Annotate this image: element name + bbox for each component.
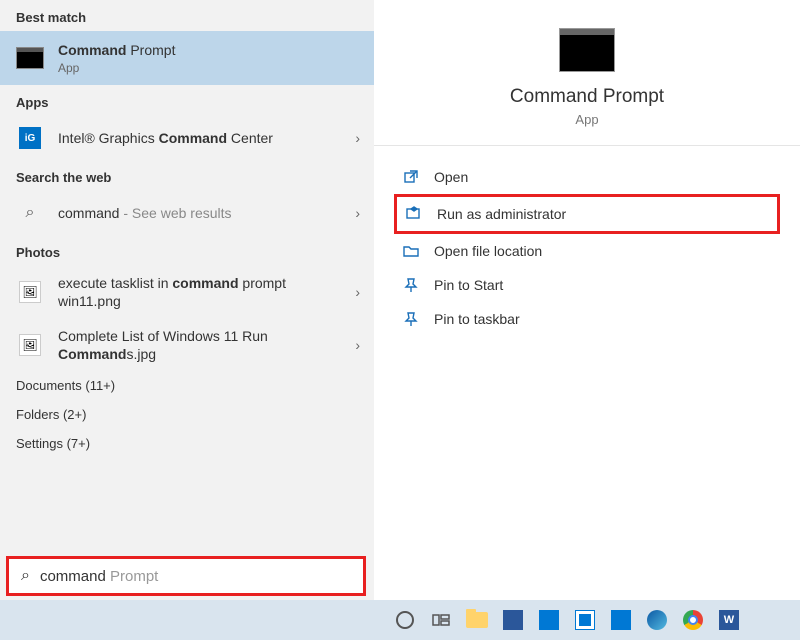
result-photo-1[interactable]: 🖼 execute tasklist in command prompt win… [0, 266, 374, 318]
search-icon: ⌕ [16, 199, 44, 227]
chevron-right-icon: › [355, 205, 360, 221]
image-icon: 🖼 [16, 331, 44, 359]
image-icon: 🖼 [16, 278, 44, 306]
cortana-icon[interactable] [390, 605, 420, 635]
result-command-prompt[interactable]: Command Prompt App [0, 31, 374, 85]
action-run-as-admin[interactable]: Run as administrator [394, 194, 780, 234]
taskbar: W [0, 600, 800, 640]
file-explorer-icon[interactable] [462, 605, 492, 635]
action-open[interactable]: Open [394, 160, 780, 194]
category-documents[interactable]: Documents (11+) [0, 371, 374, 400]
action-open-file-location[interactable]: Open file location [394, 234, 780, 268]
result-intel-graphics[interactable]: iG Intel® Graphics Command Center › [0, 116, 374, 160]
app-type: App [394, 112, 780, 127]
admin-icon [405, 205, 423, 223]
taskbar-app-2[interactable] [606, 605, 636, 635]
taskbar-app-1[interactable] [498, 605, 528, 635]
edge-icon[interactable] [642, 605, 672, 635]
store-icon[interactable] [570, 605, 600, 635]
chevron-right-icon: › [355, 130, 360, 146]
chevron-right-icon: › [355, 337, 360, 353]
pin-icon [402, 276, 420, 294]
search-results-pane: Best match Command Prompt App Apps iG In… [0, 0, 374, 600]
open-icon [402, 168, 420, 186]
app-large-icon [559, 28, 615, 72]
word-icon[interactable]: W [714, 605, 744, 635]
task-view-icon[interactable] [426, 605, 456, 635]
action-pin-to-taskbar[interactable]: Pin to taskbar [394, 302, 780, 336]
mail-icon[interactable] [534, 605, 564, 635]
preview-pane: Command Prompt App Open Run as administr… [374, 0, 800, 600]
action-pin-to-start[interactable]: Pin to Start [394, 268, 780, 302]
category-settings[interactable]: Settings (7+) [0, 429, 374, 458]
search-input[interactable]: command Prompt [40, 568, 351, 585]
category-folders[interactable]: Folders (2+) [0, 400, 374, 429]
section-photos: Photos [0, 235, 374, 266]
chrome-icon[interactable] [678, 605, 708, 635]
pin-icon [402, 310, 420, 328]
result-photo-2[interactable]: 🖼 Complete List of Windows 11 Run Comman… [0, 319, 374, 371]
intel-icon: iG [16, 124, 44, 152]
section-apps: Apps [0, 85, 374, 116]
search-input-wrapper[interactable]: ⌕ command Prompt [6, 556, 366, 596]
result-web-search[interactable]: ⌕ command - See web results › [0, 191, 374, 235]
folder-icon [402, 242, 420, 260]
search-icon: ⌕ [21, 567, 30, 585]
cmd-icon [16, 44, 44, 72]
section-best-match: Best match [0, 0, 374, 31]
app-title: Command Prompt [394, 86, 780, 108]
section-web: Search the web [0, 160, 374, 191]
chevron-right-icon: › [355, 284, 360, 300]
